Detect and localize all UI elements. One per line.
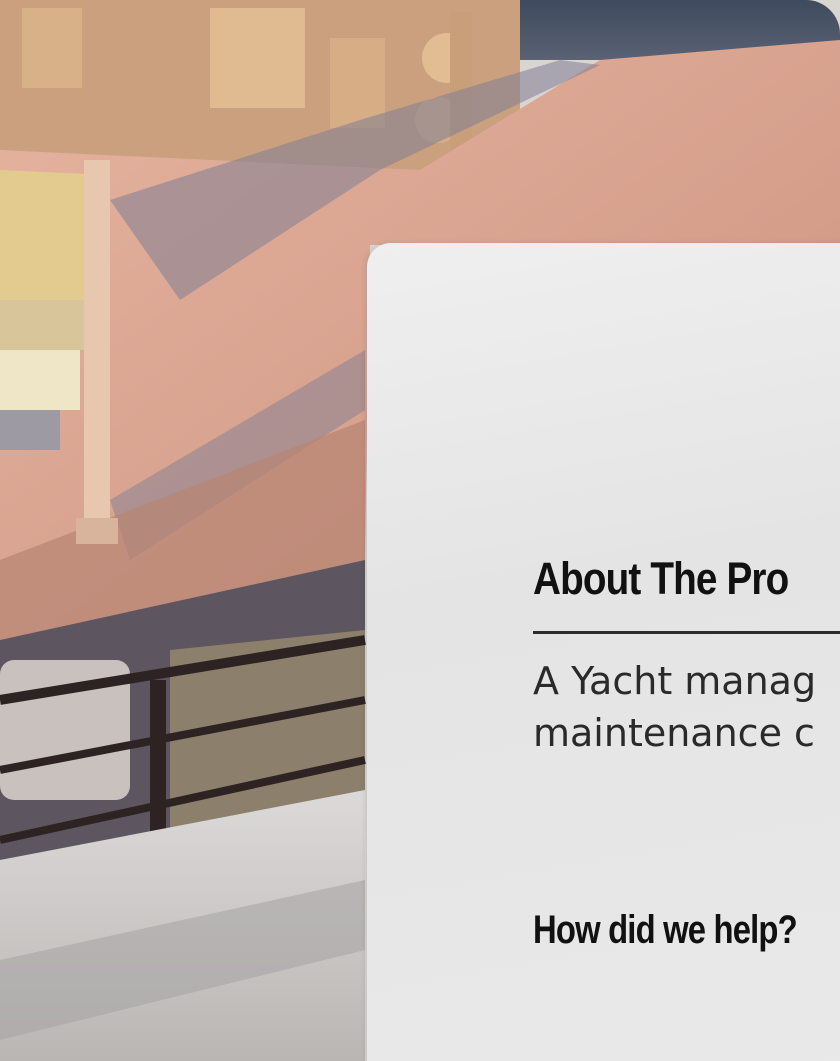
card-description: A Yacht manag maintenance c (533, 655, 840, 759)
title-divider (533, 631, 840, 634)
project-info-card: About The Pro A Yacht manag maintenance … (367, 243, 840, 1061)
card-subheading: How did we help? (533, 908, 798, 952)
description-line: A Yacht manag (533, 659, 817, 703)
card-title: About The Pro (533, 553, 789, 604)
description-line: maintenance c (533, 711, 815, 755)
page-frame: About The Pro A Yacht manag maintenance … (0, 0, 840, 1061)
